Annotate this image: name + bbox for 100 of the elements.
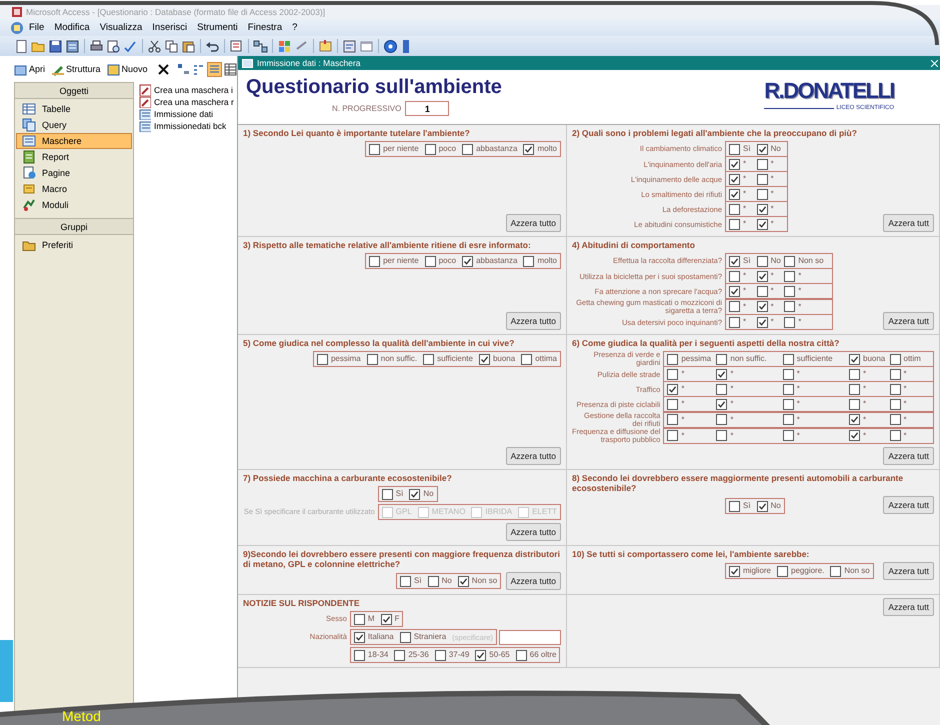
relations-icon[interactable] (253, 38, 268, 54)
menu-item[interactable]: File (24, 22, 50, 33)
sidebar-item[interactable]: Query (16, 117, 132, 133)
code-icon[interactable] (342, 38, 357, 54)
properties-icon[interactable] (318, 38, 333, 54)
checkbox[interactable] (729, 500, 740, 512)
checkbox[interactable] (523, 144, 534, 154)
checkbox[interactable] (729, 256, 740, 266)
save-icon[interactable] (48, 38, 63, 54)
checkbox[interactable] (756, 204, 768, 214)
checkbox[interactable] (354, 614, 365, 624)
checkbox[interactable] (716, 384, 728, 394)
reset-button[interactable]: Azzera tutt (883, 447, 934, 465)
menu-item[interactable]: Modifica (49, 22, 95, 33)
checkbox[interactable] (428, 576, 439, 586)
section-header[interactable]: Oggetti (15, 83, 133, 99)
reset-button[interactable]: Azzera tutto (506, 214, 561, 232)
scissors-icon[interactable] (147, 38, 162, 54)
checkbox[interactable] (369, 256, 380, 266)
reset-button[interactable]: Azzera tutt (883, 562, 934, 580)
checkbox[interactable] (523, 256, 534, 266)
menu-item[interactable]: Visualizza (94, 22, 148, 33)
checkbox[interactable] (756, 286, 768, 296)
checkbox[interactable] (890, 430, 900, 441)
checkbox[interactable] (462, 256, 474, 266)
checkbox[interactable] (667, 398, 678, 410)
checkbox[interactable] (516, 650, 527, 660)
help-icon[interactable] (383, 38, 398, 54)
reset-button[interactable]: Azzera tutto (506, 572, 561, 590)
details-view-icon[interactable] (224, 62, 237, 76)
checkbox[interactable] (756, 301, 768, 312)
palette-icon[interactable] (277, 38, 292, 54)
text-field[interactable] (499, 630, 561, 644)
checkbox[interactable] (424, 256, 436, 266)
reset-button[interactable]: Azzera tutt (883, 496, 934, 514)
new-file-icon[interactable] (14, 38, 29, 54)
checkbox[interactable] (890, 368, 900, 380)
checkbox[interactable] (521, 354, 532, 364)
checkbox[interactable] (716, 354, 728, 364)
sidebar-item[interactable]: Pagine (16, 165, 132, 181)
checkbox[interactable] (369, 144, 380, 154)
checkbox[interactable] (784, 270, 796, 282)
object-item[interactable]: Immissione dati (139, 108, 237, 120)
checkbox[interactable] (784, 316, 796, 328)
object-item[interactable]: Crea una maschera i (139, 84, 237, 96)
checkbox[interactable] (729, 144, 740, 154)
checkbox[interactable] (890, 398, 900, 410)
checkbox[interactable] (849, 368, 860, 380)
checkbox[interactable] (756, 270, 768, 282)
printer-icon[interactable] (89, 38, 104, 54)
checkbox[interactable] (394, 650, 406, 660)
checkbox[interactable] (849, 398, 860, 410)
checkbox[interactable] (756, 256, 768, 266)
checkbox[interactable] (756, 218, 768, 230)
checkbox[interactable] (729, 270, 740, 282)
checkbox[interactable] (380, 614, 392, 624)
checkbox[interactable] (366, 354, 378, 364)
checkbox[interactable] (729, 301, 740, 312)
checkbox[interactable] (475, 650, 486, 660)
paste-icon[interactable] (181, 38, 196, 54)
checkbox[interactable] (782, 384, 794, 394)
reset-button[interactable]: Azzera tutt (883, 598, 934, 616)
checkbox[interactable] (782, 430, 794, 441)
checkbox[interactable] (667, 430, 678, 441)
checkbox[interactable] (890, 354, 900, 364)
checkbox[interactable] (729, 204, 740, 214)
checkbox[interactable] (756, 158, 768, 170)
checkbox[interactable] (400, 632, 411, 642)
checkbox[interactable] (478, 354, 490, 364)
copy-icon[interactable] (164, 38, 179, 54)
object-item[interactable]: Immissionedati bck (139, 120, 237, 132)
delete-icon[interactable] (158, 64, 169, 74)
sidebar-item[interactable]: Maschere (16, 133, 132, 149)
checkbox[interactable] (890, 414, 900, 425)
checkbox[interactable] (729, 286, 740, 296)
checkbox[interactable] (784, 301, 796, 312)
reset-button[interactable]: Azzera tutto (506, 447, 561, 465)
checkbox[interactable] (784, 256, 796, 266)
section-header[interactable]: Gruppi (15, 218, 133, 235)
checkbox[interactable] (756, 500, 768, 512)
checkbox[interactable] (423, 354, 434, 364)
checkbox[interactable] (716, 398, 728, 410)
sidebar-item[interactable]: Preferiti (16, 237, 132, 253)
checkbox[interactable] (782, 414, 794, 425)
checkbox[interactable] (756, 316, 768, 328)
checkbox[interactable] (830, 566, 842, 576)
checkbox[interactable] (409, 488, 420, 500)
database-icon[interactable] (65, 38, 80, 54)
window-icon[interactable] (359, 38, 374, 54)
checkbox[interactable] (667, 354, 678, 364)
checkbox[interactable] (849, 384, 860, 394)
checkbox[interactable] (782, 368, 794, 380)
menu-item[interactable]: ? (287, 22, 302, 33)
number-field[interactable]: 1 (405, 101, 450, 116)
checkbox[interactable] (756, 174, 768, 184)
checkbox[interactable] (849, 430, 860, 441)
checkbox[interactable] (756, 144, 768, 154)
checkbox[interactable] (729, 316, 740, 328)
checkbox[interactable] (667, 414, 678, 425)
large-icons-icon[interactable] (176, 62, 190, 76)
